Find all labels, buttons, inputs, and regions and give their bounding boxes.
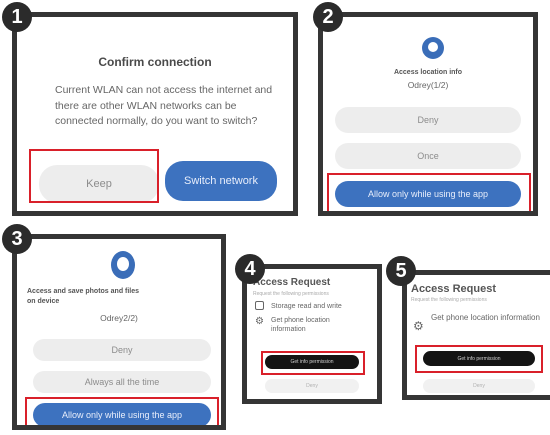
deny-button[interactable]: Deny: [423, 379, 535, 393]
storage-icon: [255, 301, 264, 310]
highlight-box: [415, 345, 543, 373]
deny-button[interactable]: Deny: [33, 339, 211, 361]
highlight-box: [261, 351, 365, 375]
once-button[interactable]: Once: [335, 143, 521, 169]
dialog-subtitle: Odrey(1/2): [407, 80, 449, 90]
step-number-badge: 2: [313, 2, 343, 32]
switch-network-button[interactable]: Switch network: [165, 161, 277, 201]
step-number-badge: 5: [386, 256, 416, 286]
location-icon: ⚙: [255, 316, 264, 327]
panel-location-permission: Access location info Odrey(1/2) Deny Onc…: [318, 12, 538, 216]
storage-icon: [111, 251, 135, 279]
dialog-subtitle: Request the following permissions: [411, 297, 487, 303]
dialog-title: Access and save photos and files on devi…: [27, 288, 140, 305]
dialog-message: Current WLAN can not access the internet…: [55, 84, 273, 127]
location-icon: ⚙: [413, 319, 424, 333]
step-number-badge: 3: [2, 224, 32, 254]
panel-storage-permission: Access and save photos and files on devi…: [12, 234, 226, 430]
highlight-box: [327, 173, 531, 211]
dialog-subtitle: Odrey2/2): [100, 313, 138, 323]
highlight-box: [25, 397, 219, 425]
step-number-badge: 4: [235, 254, 265, 284]
panel-access-request-location: Access Request Request the following per…: [402, 270, 550, 400]
dialog-subtitle: Request the following permissions: [253, 291, 329, 297]
dialog-title: Access Request: [411, 283, 496, 295]
permission-storage: Storage read and write: [271, 303, 342, 310]
deny-button[interactable]: Deny: [265, 379, 359, 393]
dialog-title: Confirm connection: [98, 55, 212, 69]
panel-confirm-connection: Confirm connection Current WLAN can not …: [12, 12, 298, 216]
permission-location: Get phone location information: [271, 317, 330, 333]
step-number-badge: 1: [2, 2, 32, 32]
always-button[interactable]: Always all the time: [33, 371, 211, 393]
deny-button[interactable]: Deny: [335, 107, 521, 133]
panel-access-request: Access Request Request the following per…: [242, 264, 382, 404]
dialog-title: Access location info: [393, 69, 463, 76]
permission-location: Get phone location information: [431, 313, 540, 322]
location-icon: [422, 37, 444, 59]
highlight-box: [29, 149, 159, 203]
dialog-title: Access Request: [253, 277, 331, 288]
